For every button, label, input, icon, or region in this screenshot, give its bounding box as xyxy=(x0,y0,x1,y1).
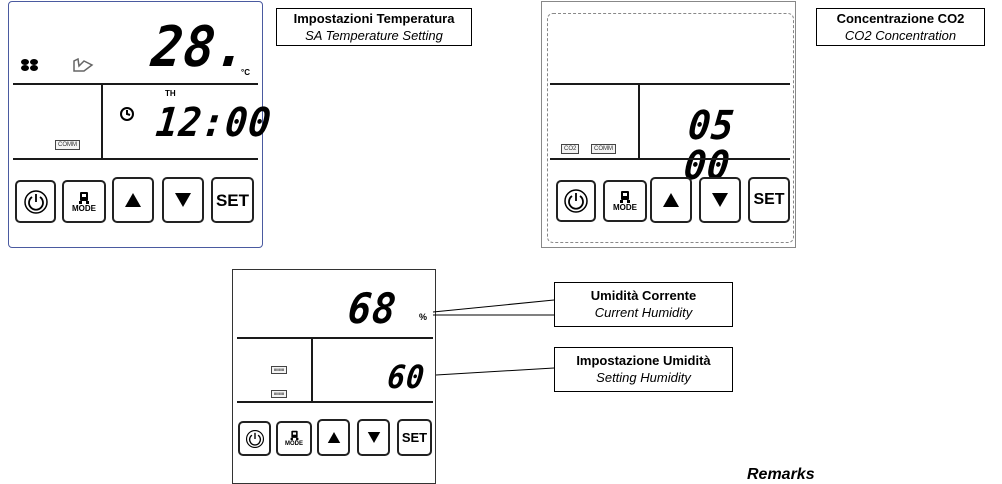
current-humidity-label: Umidità Corrente Current Humidity xyxy=(554,282,733,327)
callout-lines xyxy=(432,299,555,376)
setting-humidity-label: Impostazione Umidità Setting Humidity xyxy=(554,347,733,392)
remarks-heading: Remarks xyxy=(747,466,815,483)
